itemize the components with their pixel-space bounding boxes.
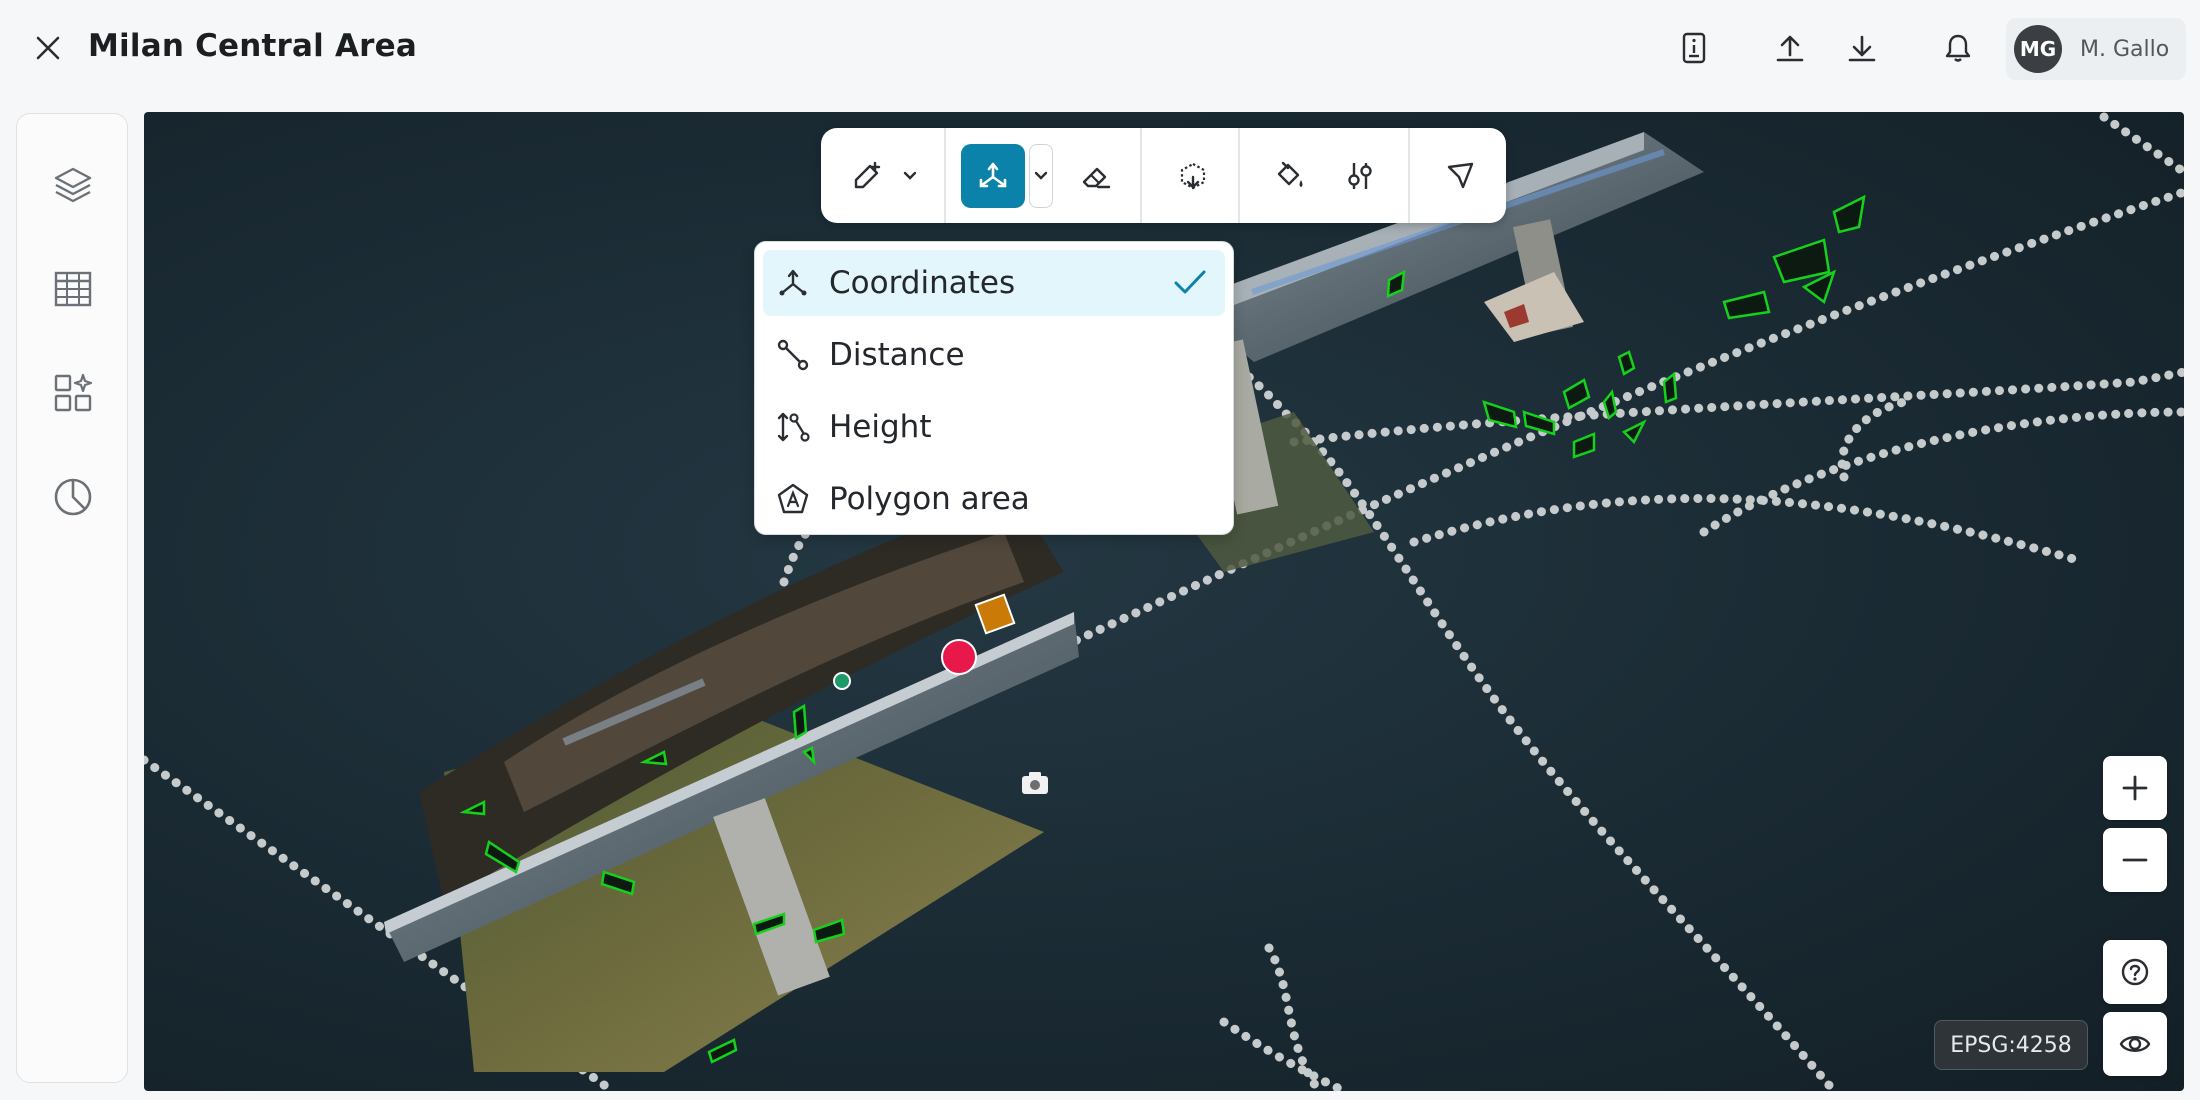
point-marker-red[interactable] [941,639,977,675]
volume-tool-button[interactable] [1165,144,1221,208]
toolbar-divider [1408,128,1410,223]
visibility-button[interactable] [2103,1012,2167,1076]
widgets-icon [54,373,93,412]
draw-add-icon [854,161,881,189]
polygon-area-icon [777,483,809,514]
measure-tool-dropdown[interactable] [1029,144,1053,208]
chevron-down-icon [1034,171,1048,180]
help-icon [2121,958,2149,986]
sidebar-item-layers[interactable] [43,155,103,215]
menu-item-label: Distance [829,337,965,373]
draw-tool-button[interactable] [841,144,893,208]
close-button[interactable] [26,26,70,70]
measure-tool-button[interactable] [961,144,1025,208]
sliders-icon [1348,163,1372,189]
erase-tool-button[interactable] [1068,144,1124,208]
sidebar-item-analytics[interactable] [43,467,103,527]
upload-icon [1776,35,1804,62]
camera-icon[interactable] [1022,772,1048,794]
adjust-tool-button[interactable] [1332,144,1388,208]
distance-icon [777,339,809,371]
report-button[interactable] [1672,26,1716,70]
page-title: Milan Central Area [88,28,417,64]
menu-item-polygon-area[interactable]: Polygon area [763,466,1225,532]
user-name: M. Gallo [2080,36,2170,62]
table-icon [54,271,92,307]
toolbar-divider [944,128,946,223]
chevron-down-icon [903,171,917,180]
height-icon [777,412,810,442]
menu-item-label: Height [829,409,932,445]
eye-icon [2119,1036,2151,1052]
sidebar-item-table[interactable] [43,259,103,319]
sidebar-item-widgets[interactable] [43,363,103,423]
user-menu[interactable]: MG M. Gallo [2006,18,2186,80]
upload-button[interactable] [1768,26,1812,70]
pointer-icon [1447,162,1474,189]
zoom-in-icon [2122,775,2148,801]
measure-toolbar [821,128,1506,223]
paint-bucket-icon [1277,161,1303,187]
menu-item-label: Polygon area [829,481,1030,517]
app-header: Milan Central Area MG M. Gallo [0,0,2200,98]
download-button[interactable] [1840,26,1884,70]
bell-icon [1945,34,1971,62]
layers-icon [54,167,92,203]
coordinates-icon [779,269,807,296]
notifications-button[interactable] [1936,26,1980,70]
close-icon [36,36,60,60]
check-icon [1174,270,1206,294]
zoom-out-button[interactable] [2103,828,2167,892]
pie-chart-icon [54,478,92,516]
menu-item-label: Coordinates [829,265,1016,301]
draw-tool-dropdown[interactable] [895,144,925,208]
paint-tool-button[interactable] [1262,144,1318,208]
zoom-in-button[interactable] [2103,756,2167,820]
toolbar-divider [1238,128,1240,223]
zoom-out-icon [2122,858,2148,862]
point-marker-green[interactable] [833,672,851,690]
crs-badge: EPSG:4258 [1934,1020,2088,1070]
menu-item-coordinates[interactable]: Coordinates [763,250,1225,316]
sidebar [16,113,128,1083]
help-button[interactable] [2103,940,2167,1004]
toolbar-divider [1140,128,1142,223]
select-tool-button[interactable] [1432,144,1488,208]
download-icon [1848,35,1876,62]
measure-type-menu: Coordinates Distance Height Polygon area [754,241,1234,535]
menu-item-height[interactable]: Height [763,394,1225,460]
menu-item-distance[interactable]: Distance [763,322,1225,388]
eraser-icon [1082,167,1111,189]
avatar: MG [2014,25,2062,73]
report-icon [1682,32,1706,64]
coordinates-icon [979,162,1007,188]
bridge-near [384,492,1079,1072]
volume-icon [1180,162,1206,190]
